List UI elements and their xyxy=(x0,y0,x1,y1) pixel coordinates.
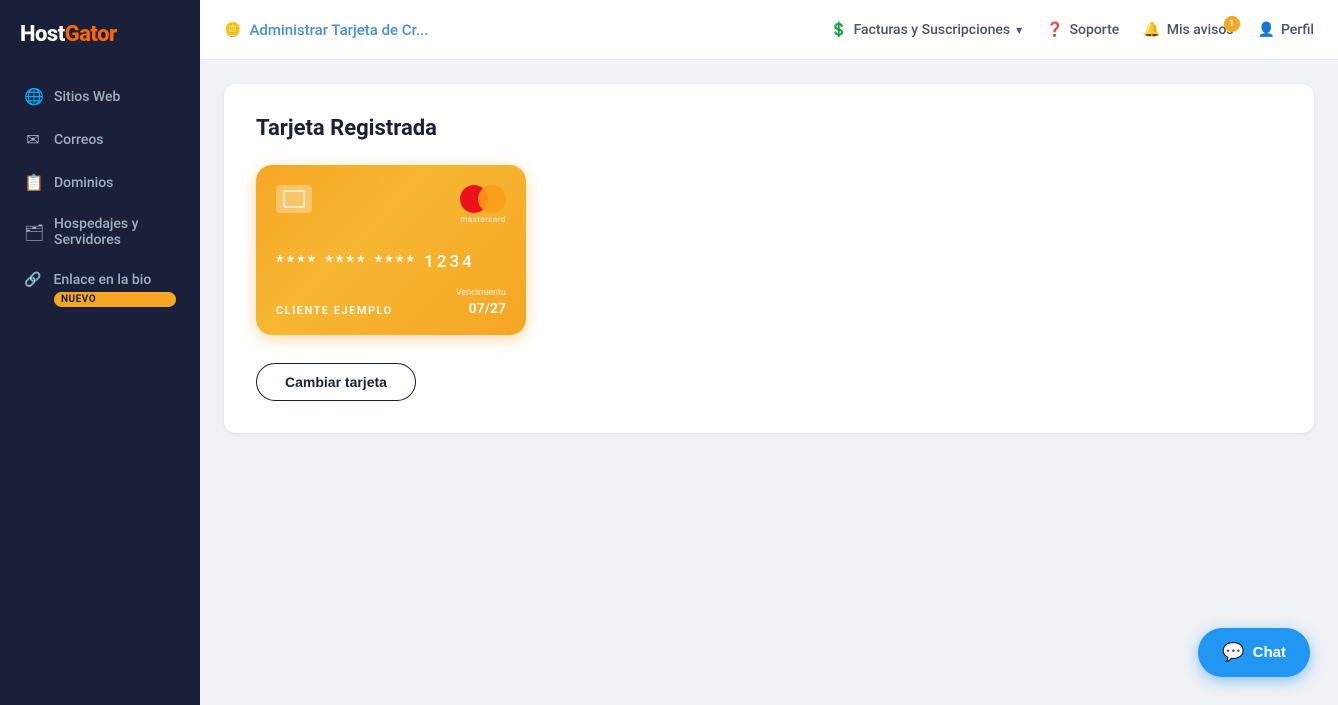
sidebar-item-label: Correos xyxy=(54,132,104,148)
mastercard-label: mastercard xyxy=(460,215,506,224)
sidebar-item-label: Sitios Web xyxy=(54,89,120,105)
main-area: 🪙 Administrar Tarjeta de Cr... 💲 Factura… xyxy=(200,0,1338,705)
sidebar-item-label: Dominios xyxy=(54,175,113,191)
page-title: Administrar Tarjeta de Cr... xyxy=(249,21,428,39)
nav-item-avisos[interactable]: 🔔 1 Mis avisos xyxy=(1143,22,1233,38)
header: 🪙 Administrar Tarjeta de Cr... 💲 Factura… xyxy=(200,0,1338,60)
sidebar-item-dominios[interactable]: 📋 Dominios xyxy=(12,163,188,202)
card-holder-name: CLIENTE EJEMPLO xyxy=(276,304,393,317)
chip-icon xyxy=(276,185,312,213)
notification-badge: 1 xyxy=(1224,16,1240,32)
mail-icon: ✉ xyxy=(24,130,42,149)
content-area: Tarjeta Registrada mastercard **** **** … xyxy=(200,60,1338,705)
card-number: **** **** **** 1234 xyxy=(276,252,506,272)
credit-card-icon: 🪙 xyxy=(224,22,241,38)
section-title: Tarjeta Registrada xyxy=(256,116,1282,141)
credit-card-visual: mastercard **** **** **** 1234 CLIENTE E… xyxy=(256,165,526,335)
bell-icon: 🔔 xyxy=(1143,22,1160,38)
sidebar: HostGator 🌐 Sitios Web ✉ Correos 📋 Domin… xyxy=(0,0,200,705)
sidebar-item-enlace-bio[interactable]: 🔗 Enlace en la bio NUEVO xyxy=(12,262,188,317)
chat-button[interactable]: 💬 Chat xyxy=(1198,628,1310,677)
support-icon: ❓ xyxy=(1046,22,1063,38)
mc-circle-orange xyxy=(478,185,506,213)
main-card: Tarjeta Registrada mastercard **** **** … xyxy=(224,84,1314,433)
domain-icon: 📋 xyxy=(24,173,42,192)
sidebar-item-hospedajes[interactable]: 🗂 Hospedajes y Servidores xyxy=(12,206,188,258)
logo: HostGator xyxy=(0,0,200,69)
sidebar-item-correos[interactable]: ✉ Correos xyxy=(12,120,188,159)
mastercard-logo: mastercard xyxy=(460,185,506,224)
link-icon: 🔗 xyxy=(24,272,41,288)
billing-icon: 💲 xyxy=(830,22,847,38)
header-title-area: 🪙 Administrar Tarjeta de Cr... xyxy=(224,21,428,39)
header-nav: 💲 Facturas y Suscripciones ▾ ❓ Soporte 🔔… xyxy=(830,22,1314,38)
change-card-button[interactable]: Cambiar tarjeta xyxy=(256,363,416,401)
sidebar-item-label: Enlace en la bio xyxy=(53,272,151,288)
nav-label-facturas: Facturas y Suscripciones xyxy=(854,22,1011,38)
card-bottom-row: CLIENTE EJEMPLO Vencimiento 07/27 xyxy=(276,288,506,317)
sidebar-nav: 🌐 Sitios Web ✉ Correos 📋 Dominios 🗂 Hosp… xyxy=(0,69,200,325)
card-top-row: mastercard xyxy=(276,185,506,224)
nav-label-perfil: Perfil xyxy=(1281,22,1314,38)
sidebar-item-sitios-web[interactable]: 🌐 Sitios Web xyxy=(12,77,188,116)
chat-button-label: Chat xyxy=(1253,644,1286,661)
nav-item-perfil[interactable]: 👤 Perfil xyxy=(1258,22,1314,38)
nav-label-soporte: Soporte xyxy=(1070,22,1120,38)
nav-item-soporte[interactable]: ❓ Soporte xyxy=(1046,22,1119,38)
sidebar-item-label: Hospedajes y Servidores xyxy=(54,216,176,248)
expiry-label: Vencimiento xyxy=(456,288,506,298)
chevron-down-icon: ▾ xyxy=(1016,23,1022,37)
expiry-value: 07/27 xyxy=(469,301,506,317)
user-icon: 👤 xyxy=(1258,22,1275,38)
chat-bubble-icon: 💬 xyxy=(1222,642,1244,663)
server-icon: 🗂 xyxy=(24,223,42,242)
globe-icon: 🌐 xyxy=(24,87,42,106)
nav-item-facturas[interactable]: 💲 Facturas y Suscripciones ▾ xyxy=(830,22,1022,38)
nuevo-badge: NUEVO xyxy=(54,292,176,307)
card-expiry-block: Vencimiento 07/27 xyxy=(456,288,506,317)
